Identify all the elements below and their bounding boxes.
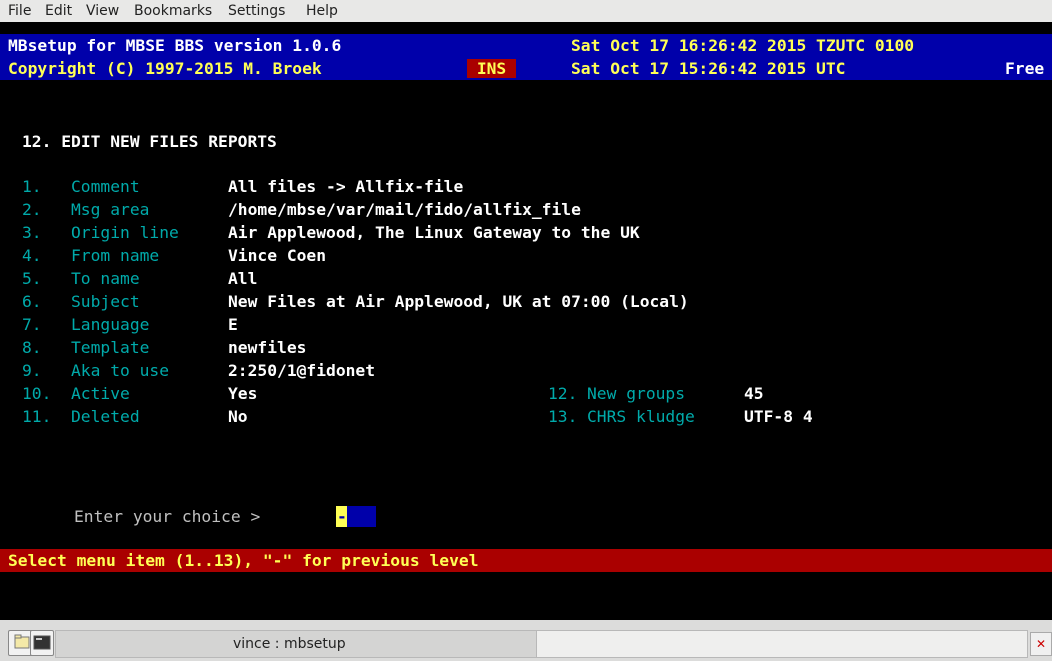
field-row[interactable]: 11. Deleted No (22, 405, 248, 428)
field-label: Origin line (71, 223, 179, 242)
field-label: Template (71, 338, 150, 357)
field-label: Aka to use (71, 361, 170, 380)
field-label: Msg area (71, 200, 150, 219)
field-label: Deleted (71, 407, 140, 426)
mode-indicator-line: INS (467, 57, 517, 80)
field-row[interactable]: 13. CHRS kludge UTF-8 4 (548, 405, 813, 428)
field-label: Comment (71, 177, 140, 196)
menu-file[interactable]: File (8, 3, 31, 19)
field-number: 1. (22, 177, 42, 196)
field-row[interactable]: 4. From name Vince Coen (22, 244, 326, 267)
free-label: Free (1005, 59, 1045, 78)
field-row[interactable]: 9. Aka to use 2:250/1@fidonet (22, 359, 375, 382)
field-value: All (228, 269, 258, 288)
field-number: 12. (548, 384, 578, 403)
field-value: 45 (744, 384, 764, 403)
field-row[interactable]: 5. To name All (22, 267, 257, 290)
field-number: 3. (22, 223, 42, 242)
copyright: Copyright (C) 1997-2015 M. Broek (8, 59, 322, 78)
taskbar: vince : mbsetup ✕ (0, 620, 1052, 661)
choice-input-value: - (337, 507, 347, 526)
field-value: Vince Coen (228, 246, 327, 265)
field-value: 2:250/1@fidonet (228, 361, 376, 380)
field-label: Subject (71, 292, 140, 311)
field-number: 8. (22, 338, 42, 357)
field-number: 13. (548, 407, 578, 426)
field-row[interactable]: 12. New groups 45 (548, 382, 764, 405)
taskbar-empty-slot (536, 630, 1028, 658)
screen-title: 12. EDIT NEW FILES REPORTS (22, 132, 277, 151)
field-number: 7. (22, 315, 42, 334)
field-label: To name (71, 269, 140, 288)
field-number: 5. (22, 269, 42, 288)
field-number: 9. (22, 361, 42, 380)
field-row[interactable]: 2. Msg area/home/mbse/var/mail/fido/allfi… (22, 198, 581, 221)
task-label: vince : mbsetup (233, 636, 346, 652)
field-row[interactable]: 7. Language E (22, 313, 238, 336)
field-row[interactable]: 1. Comment All files -> Allfix-file (22, 175, 463, 198)
field-number: 4. (22, 246, 42, 265)
field-value: Air Applewood, The Linux Gateway to the … (228, 223, 640, 242)
header-line-2: Copyright (C) 1997-2015 M. Broek (8, 57, 322, 80)
field-value: No (228, 407, 248, 426)
app-title: MBsetup for MBSE BBS version 1.0.6 (8, 36, 342, 55)
field-label: New groups (587, 384, 686, 403)
screen-title-line: 12. EDIT NEW FILES REPORTS (22, 130, 277, 153)
field-value: New Files at Air Applewood, UK at 07:00 … (228, 292, 689, 311)
menu-edit[interactable]: Edit (45, 3, 72, 19)
choice-input-field[interactable]: - (336, 506, 376, 527)
field-value: All files -> Allfix-file (228, 177, 464, 196)
field-label: Active (71, 384, 130, 403)
terminal-launcher[interactable] (30, 630, 54, 656)
field-value: /home/mbse/var/mail/fido/allfix_file (228, 200, 581, 219)
status-text: Select menu item (1..13), "-" for previo… (8, 551, 479, 570)
field-number: 2. (22, 200, 42, 219)
header-utc-line: Sat Oct 17 15:26:42 2015 UTC (571, 57, 845, 80)
terminal[interactable]: MBsetup for MBSE BBS version 1.0.6 Sat O… (0, 22, 1052, 620)
field-label: CHRS kludge (587, 407, 695, 426)
menu-bookmarks[interactable]: Bookmarks (134, 3, 212, 19)
field-row[interactable]: 10. Active Yes (22, 382, 257, 405)
field-row[interactable]: 6. Subject New Files at Air Applewood, UK … (22, 290, 689, 313)
header-local-time-line: Sat Oct 17 16:26:42 2015 TZUTC 0100 (571, 34, 914, 57)
utc-time: Sat Oct 17 15:26:42 2015 UTC (571, 59, 846, 78)
header-line-1: MBsetup for MBSE BBS version 1.0.6 (8, 34, 341, 57)
field-value: E (228, 315, 238, 334)
field-row[interactable]: 3. Origin line Air Applewood, The Linux Ga… (22, 221, 640, 244)
field-number: 10. (22, 384, 52, 403)
ins-indicator: INS (467, 59, 517, 78)
field-label: From name (71, 246, 160, 265)
menu-help[interactable]: Help (306, 3, 338, 19)
field-row[interactable]: 8. Template newfiles (22, 336, 306, 359)
header-free-line: Free (1005, 57, 1044, 80)
status-line: Select menu item (1..13), "-" for previo… (8, 549, 479, 572)
field-label: Language (71, 315, 150, 334)
menu-settings[interactable]: Settings (228, 3, 285, 19)
local-time: Sat Oct 17 16:26:42 2015 TZUTC 0100 (571, 36, 915, 55)
field-value: Yes (228, 384, 258, 403)
prompt-line: Enter your choice > (74, 505, 260, 528)
ins-label: INS (476, 59, 507, 78)
field-value: newfiles (228, 338, 307, 357)
close-icon[interactable]: ✕ (1030, 632, 1052, 656)
field-value: UTF-8 4 (744, 407, 813, 426)
field-number: 11. (22, 407, 52, 426)
prompt-label: Enter your choice > (74, 507, 261, 526)
terminal-icon (33, 635, 51, 650)
field-number: 6. (22, 292, 42, 311)
taskbar-task-mbsetup[interactable]: vince : mbsetup (55, 630, 537, 658)
menu-view[interactable]: View (86, 3, 119, 19)
menu-bar: File Edit View Bookmarks Settings Help (0, 0, 1052, 22)
